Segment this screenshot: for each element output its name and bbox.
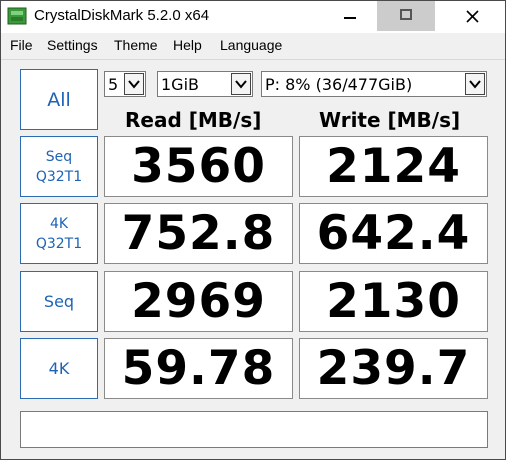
menu-language[interactable]: Language	[220, 37, 282, 53]
maximize-button[interactable]	[377, 1, 435, 31]
minimize-icon	[344, 17, 356, 19]
menu-bar: File Settings Theme Help Language	[1, 33, 505, 60]
minimize-button[interactable]	[327, 1, 373, 31]
close-icon	[466, 10, 479, 23]
chevron-down-icon	[231, 73, 251, 95]
write-result: 2124	[299, 136, 488, 197]
count-value: 5	[108, 75, 119, 94]
test-label: 4K	[48, 358, 70, 378]
chevron-down-icon	[465, 73, 485, 95]
main-panel: All 5 1GiB P: 8% (36/477GiB) Read [MB/s]…	[1, 60, 505, 459]
window-title: CrystalDiskMark 5.2.0 x64	[34, 7, 210, 24]
menu-settings[interactable]: Settings	[47, 37, 98, 53]
read-result: 59.78	[104, 338, 293, 399]
read-result: 752.8	[104, 203, 293, 264]
size-select[interactable]: 1GiB	[157, 71, 253, 97]
write-header: Write [MB/s]	[319, 108, 461, 132]
drive-value: P: 8% (36/477GiB)	[265, 75, 413, 94]
app-window: CrystalDiskMark 5.2.0 x64 File Settings …	[0, 0, 506, 460]
menu-help[interactable]: Help	[173, 37, 202, 53]
chevron-down-icon	[124, 73, 144, 95]
close-button[interactable]	[449, 1, 495, 31]
disk-icon	[7, 6, 27, 26]
4k-button[interactable]: 4K	[20, 338, 98, 399]
count-select[interactable]: 5	[104, 71, 146, 97]
menu-theme[interactable]: Theme	[114, 37, 158, 53]
write-result: 2130	[299, 271, 488, 332]
seq-button[interactable]: Seq	[20, 271, 98, 332]
read-header: Read [MB/s]	[125, 108, 262, 132]
menu-file[interactable]: File	[10, 37, 33, 53]
comment-field[interactable]	[20, 411, 488, 448]
write-result: 239.7	[299, 338, 488, 399]
maximize-icon	[400, 9, 412, 20]
read-result: 3560	[104, 136, 293, 197]
test-label: 4K Q32T1	[35, 215, 83, 252]
test-label: Seq	[43, 291, 75, 311]
drive-select[interactable]: P: 8% (36/477GiB)	[261, 71, 487, 97]
test-label: Seq Q32T1	[35, 148, 83, 185]
4k-q32t1-button[interactable]: 4K Q32T1	[20, 203, 98, 264]
all-button-label: All	[47, 88, 71, 111]
all-button[interactable]: All	[20, 69, 98, 130]
size-value: 1GiB	[161, 75, 199, 94]
seq-q32t1-button[interactable]: Seq Q32T1	[20, 136, 98, 197]
read-result: 2969	[104, 271, 293, 332]
title-bar[interactable]: CrystalDiskMark 5.2.0 x64	[1, 1, 505, 33]
write-result: 642.4	[299, 203, 488, 264]
